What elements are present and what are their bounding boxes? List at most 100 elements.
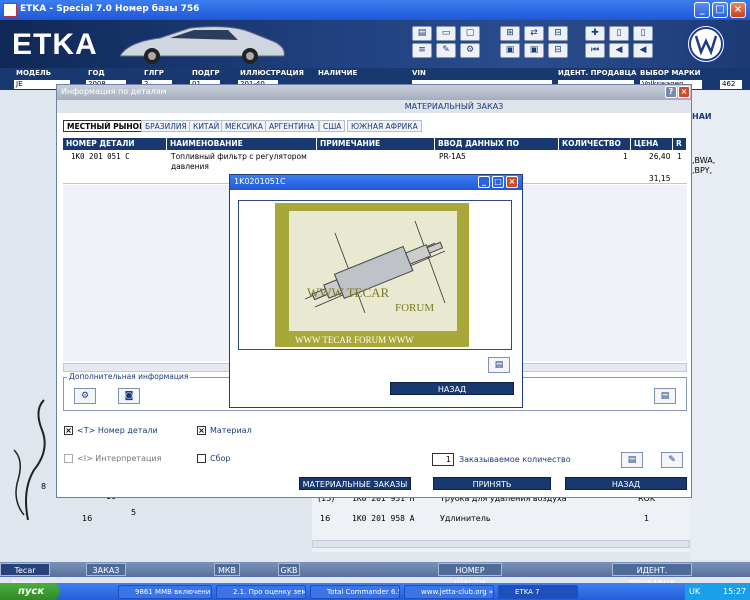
label-year: ГОД <box>88 69 105 77</box>
tab-usa[interactable]: США <box>319 120 346 132</box>
row-model-data: PR-1A5 <box>439 152 466 161</box>
fields-header: МОДЕЛЬ ГОД ГЛГР ПОДГР ИЛЛЮСТРАЦИЯ НАЛИЧИ… <box>0 68 750 79</box>
image-back-button[interactable]: НАЗАД <box>390 382 514 395</box>
pin-icon[interactable]: ✚ <box>585 26 605 41</box>
background-parts-list: НАИ ,BWA, ,BPY, <box>690 90 750 560</box>
print-icon[interactable]: ▤ <box>621 452 643 468</box>
app-icon <box>3 3 17 17</box>
row-part-number: 1K0 201 051 C <box>71 152 130 161</box>
col-note: ПРИМЕЧАНИЕ <box>317 138 435 150</box>
image-frame: WWW TECAR FORUM WWW TECAR FORUM WWW <box>238 200 512 350</box>
image-maximize-button[interactable]: □ <box>492 176 504 188</box>
dealer-number-field[interactable]: 462 <box>720 80 742 89</box>
close-button[interactable]: × <box>730 2 746 18</box>
info-close-button[interactable]: × <box>678 86 690 98</box>
first-icon[interactable]: ⏮ <box>585 43 605 58</box>
minimize-button[interactable]: _ <box>694 2 710 18</box>
etka-logo: ETKA <box>12 28 98 61</box>
tab-south-africa[interactable]: ЮЖНАЯ АФРИКА <box>347 120 422 132</box>
printer-icon[interactable]: ▤ <box>412 26 432 41</box>
checkbox-material[interactable]: × <box>197 426 206 435</box>
checkbox-assembly[interactable] <box>197 454 206 463</box>
mkb-button[interactable]: МКВ <box>214 563 240 576</box>
screen-icon[interactable]: ▢ <box>460 26 480 41</box>
label-vin: VIN <box>412 69 426 77</box>
page-icon[interactable]: ▯ <box>609 26 629 41</box>
bg-codes-2: ,BPY, <box>692 166 713 175</box>
image-window-title: 1K0201051C <box>234 177 286 186</box>
label-podgr: ПОДГР <box>192 69 220 77</box>
checkbox-part-number[interactable]: × <box>64 426 73 435</box>
checkbox-interpretation[interactable] <box>64 454 73 463</box>
monitor2-icon[interactable]: ▣ <box>524 43 544 58</box>
taskbar-item[interactable]: www.jetta-club.org »... <box>404 585 494 599</box>
clock: 15:27 <box>723 587 747 596</box>
label-glgr: ГЛГР <box>144 69 164 77</box>
bg-row-pos: 16 <box>320 514 331 523</box>
language-indicator[interactable]: UK <box>689 587 700 596</box>
cart2-icon[interactable]: ⊟ <box>548 43 568 58</box>
image-close-button[interactable]: × <box>506 176 518 188</box>
image-minimize-button[interactable]: _ <box>478 176 490 188</box>
bonus-icon[interactable]: ▤ <box>654 388 676 404</box>
taskbar-item[interactable]: Total Commander 6.5... <box>310 585 400 599</box>
label-assembly: Сбор <box>210 454 231 463</box>
parts-icon[interactable]: ⚙ <box>460 43 480 58</box>
bg-codes-1: ,BWA, <box>692 156 716 165</box>
info-window-title-bar: Информация по деталям ? × <box>57 85 691 100</box>
help-button[interactable]: ? <box>665 86 677 98</box>
prev-icon[interactable]: ◀ <box>609 43 629 58</box>
notes-icon[interactable]: ≡ <box>412 43 432 58</box>
taskbar-item[interactable]: 9861 MMB включени... <box>118 585 212 599</box>
transfer-icon[interactable]: ⇄ <box>524 26 544 41</box>
pencil-icon[interactable]: ✎ <box>436 43 456 58</box>
label-brand: ВЫБОР МАРКИ <box>640 69 701 77</box>
taskbar-item[interactable]: 2.1. Про оценку земе... <box>216 585 306 599</box>
edit-icon[interactable]: ✎ <box>661 452 683 468</box>
row-name-2: давления <box>171 162 209 171</box>
row-quantity: 1 <box>623 152 628 161</box>
gkb-button[interactable]: GKB <box>278 563 300 576</box>
col-r: R <box>673 138 687 150</box>
tab-brazil[interactable]: БРАЗИЛИЯ <box>141 120 191 132</box>
bg-row-part: 1K0 201 958 A <box>352 514 415 523</box>
tab-argentina[interactable]: АРГЕНТИНА <box>265 120 319 132</box>
cart-icon[interactable]: ⊟ <box>548 26 568 41</box>
maximize-button[interactable]: □ <box>712 2 728 18</box>
back-button[interactable]: НАЗАД <box>565 477 687 490</box>
fuel-filter-image: WWW TECAR FORUM WWW TECAR FORUM WWW <box>275 203 469 347</box>
watermark-text-1: WWW TECAR <box>307 285 390 300</box>
window-title: ETKA - Special 7.0 Номер базы 756 <box>20 4 200 14</box>
dealer-id-button[interactable]: ИДЕНТ. ПРОДАВЦА <box>612 563 692 588</box>
pages-icon[interactable]: ▯ <box>633 26 653 41</box>
taskbar-item-etka[interactable]: ETKA 7 <box>498 585 578 599</box>
accept-button[interactable]: ПРИНЯТЬ <box>433 477 551 490</box>
order-quantity-input[interactable]: 1 <box>432 453 454 466</box>
additional-info-label: Дополнительная информация <box>67 372 191 381</box>
main-title-bar: ETKA - Special 7.0 Номер базы 756 _ □ × <box>0 0 750 20</box>
monitor-icon[interactable]: ▣ <box>500 43 520 58</box>
camera-icon[interactable]: ◙ <box>118 388 140 404</box>
parts-view-icon[interactable]: ⚙ <box>74 388 96 404</box>
order-table-header: НОМЕР ДЕТАЛИ НАИМЕНОВАНИЕ ПРИМЕЧАНИЕ ВВО… <box>63 138 687 160</box>
row-price-total: 31,15 <box>649 174 671 183</box>
tab-local-market[interactable]: МЕСТНЫЙ РЫНОК <box>63 120 150 132</box>
back-icon[interactable]: ◀ <box>633 43 653 58</box>
tab-mexico[interactable]: МЕКСИКА <box>221 120 267 132</box>
window-icon[interactable]: ▭ <box>436 26 456 41</box>
col-part-number: НОМЕР ДЕТАЛИ <box>63 138 167 150</box>
bg-horizontal-scrollbar[interactable] <box>312 540 690 548</box>
material-orders-button[interactable]: МАТЕРИАЛЬНЫЕ ЗАКАЗЫ <box>299 477 411 490</box>
order-button[interactable]: ЗАКАЗ <box>86 563 126 576</box>
col-price: ЦЕНА <box>631 138 673 150</box>
image-print-icon[interactable]: ▤ <box>488 357 510 373</box>
watermark-text-2: FORUM <box>395 302 434 314</box>
bg-column-header: НАИ <box>692 112 712 121</box>
chassis-number-button[interactable]: НОМЕР ШАССИ <box>438 563 502 588</box>
row-name-1: Топливный фильтр с регулятором <box>171 152 307 161</box>
basket-icon[interactable]: ⊞ <box>500 26 520 41</box>
start-button[interactable]: пуск <box>0 583 60 600</box>
bg-row-qty: 1 <box>644 514 650 523</box>
tab-china[interactable]: КИТАЙ <box>189 120 224 132</box>
background-parts-rows: (15) 1K0 201 931 H Трубка для удаления в… <box>312 490 690 552</box>
